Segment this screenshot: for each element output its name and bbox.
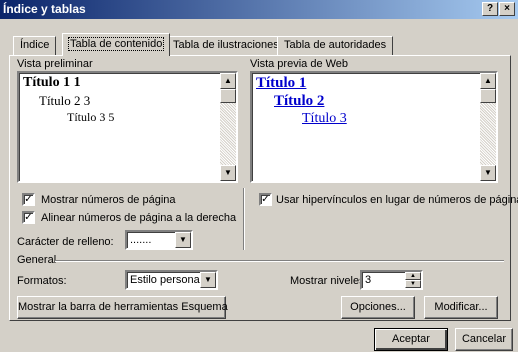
web-preview-link-3[interactable]: Título 3 bbox=[302, 111, 347, 127]
tab-tabla-de-ilustraciones[interactable]: Tabla de ilustraciones bbox=[166, 36, 286, 55]
tab-label: Tabla de ilustraciones bbox=[173, 39, 279, 51]
general-group-label: General bbox=[17, 254, 57, 266]
accept-button[interactable]: Aceptar bbox=[374, 328, 448, 351]
scroll-up-icon[interactable]: ▲ bbox=[480, 73, 496, 89]
scroll-thumb[interactable] bbox=[480, 89, 496, 103]
check-icon: ✓ bbox=[261, 194, 270, 205]
align-right-checkbox[interactable]: ✓ bbox=[22, 211, 35, 224]
close-button[interactable]: × bbox=[499, 2, 515, 16]
chevron-down-icon[interactable]: ▼ bbox=[200, 272, 216, 288]
fill-char-label: Carácter de relleno: bbox=[17, 236, 114, 248]
tab-label: Tabla de contenido bbox=[67, 37, 165, 51]
modify-button[interactable]: Modificar... bbox=[424, 296, 498, 319]
scroll-down-icon[interactable]: ▼ bbox=[480, 165, 496, 181]
help-button[interactable]: ? bbox=[482, 2, 498, 16]
print-preview-scrollbar[interactable]: ▲ ▼ bbox=[220, 73, 236, 181]
title-bar[interactable]: Índice y tablas ? × bbox=[0, 0, 518, 19]
print-preview-label: Vista preliminar bbox=[17, 58, 93, 70]
show-outline-toolbar-button[interactable]: Mostrar la barra de herramientas Esquema bbox=[17, 296, 228, 319]
scroll-down-icon[interactable]: ▼ bbox=[220, 165, 236, 181]
check-icon: ✓ bbox=[24, 212, 33, 223]
align-right-label[interactable]: Alinear números de página a la derecha bbox=[41, 212, 236, 224]
tab-label: Índice bbox=[20, 39, 50, 51]
web-preview-link-2[interactable]: Título 2 bbox=[274, 93, 324, 110]
levels-spinner[interactable]: 3 ▲ ▼ bbox=[360, 270, 423, 290]
window-title: Índice y tablas bbox=[3, 2, 86, 16]
fill-char-value: ....... bbox=[130, 234, 152, 246]
tab-tabla-de-autoridades[interactable]: Tabla de autoridades bbox=[277, 36, 394, 55]
print-preview-entry-1: Título 1 1 bbox=[23, 75, 81, 90]
web-preview-link-1[interactable]: Título 1 bbox=[256, 75, 306, 92]
spin-up-icon[interactable]: ▲ bbox=[405, 272, 421, 280]
print-preview-entry-2: Título 2 3 bbox=[39, 93, 91, 108]
options-button[interactable]: Opciones... bbox=[341, 296, 415, 319]
general-group-line bbox=[55, 260, 504, 262]
web-preview-box: Título 1 Título 2 Título 3 ▲ ▼ bbox=[250, 71, 498, 183]
use-hyperlinks-checkbox[interactable]: ✓ bbox=[259, 193, 272, 206]
show-page-numbers-checkbox[interactable]: ✓ bbox=[22, 193, 35, 206]
tab-label: Tabla de autoridades bbox=[284, 39, 387, 51]
formats-value: Estilo personal bbox=[130, 274, 203, 286]
scroll-up-icon[interactable]: ▲ bbox=[220, 73, 236, 89]
cancel-button[interactable]: Cancelar bbox=[455, 328, 513, 351]
formats-label: Formatos: bbox=[17, 275, 67, 287]
print-preview-entry-3: Título 3 5 bbox=[67, 110, 115, 124]
levels-value: 3 bbox=[365, 274, 372, 286]
check-icon: ✓ bbox=[24, 194, 33, 205]
fill-char-select[interactable]: ....... ▼ bbox=[125, 230, 193, 250]
spin-down-icon[interactable]: ▼ bbox=[405, 280, 421, 288]
web-preview-scrollbar[interactable]: ▲ ▼ bbox=[480, 73, 496, 181]
show-page-numbers-label[interactable]: Mostrar números de página bbox=[41, 194, 176, 206]
tab-indice[interactable]: Índice bbox=[13, 36, 57, 55]
close-icon: × bbox=[504, 3, 510, 14]
levels-label: Mostrar niveles: bbox=[290, 275, 368, 287]
tab-tabla-de-contenido[interactable]: Tabla de contenido bbox=[62, 33, 171, 56]
help-icon: ? bbox=[486, 3, 494, 14]
use-hyperlinks-label[interactable]: Usar hipervínculos en lugar de números d… bbox=[276, 194, 518, 206]
column-separator bbox=[243, 188, 245, 250]
scroll-thumb[interactable] bbox=[220, 89, 236, 103]
web-preview-label: Vista previa de Web bbox=[250, 58, 349, 70]
chevron-down-icon[interactable]: ▼ bbox=[175, 232, 191, 248]
print-preview-box: Título 1 1 Título 2 3 Título 3 5 ▲ ▼ bbox=[17, 71, 238, 183]
formats-select[interactable]: Estilo personal ▼ bbox=[125, 270, 218, 290]
